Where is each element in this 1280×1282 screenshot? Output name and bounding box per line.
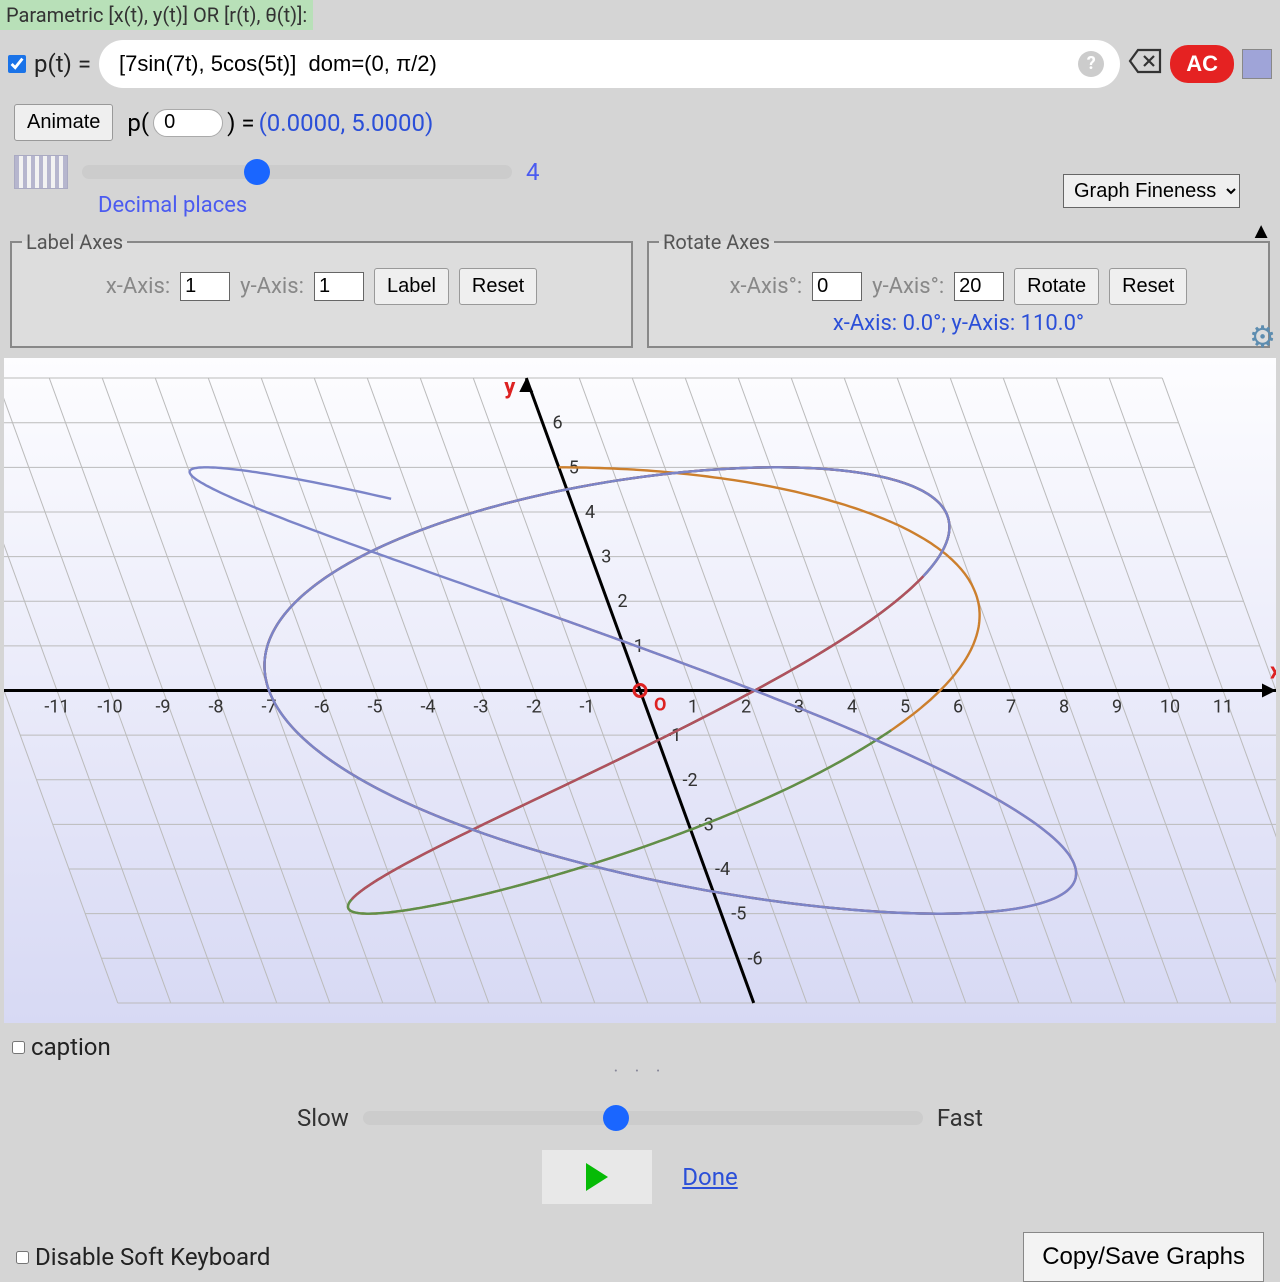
keyboard-icon[interactable] bbox=[14, 155, 68, 189]
x-axis-deg-label: x-Axis°: bbox=[730, 274, 803, 299]
svg-text:-8: -8 bbox=[208, 697, 223, 718]
rotate-axes-panel: Rotate Axes x-Axis°: y-Axis°: Rotate Res… bbox=[647, 230, 1270, 348]
gear-icon[interactable]: ⚙ bbox=[1249, 320, 1276, 355]
svg-text:5: 5 bbox=[900, 697, 910, 718]
svg-text:-1: -1 bbox=[579, 697, 594, 718]
svg-text:-3: -3 bbox=[473, 697, 488, 718]
x-axis-label-input[interactable] bbox=[180, 272, 230, 301]
y-axis-label: y-Axis: bbox=[240, 274, 304, 299]
disable-kb-row[interactable]: Disable Soft Keyboard bbox=[16, 1243, 270, 1271]
label-reset-button[interactable]: Reset bbox=[459, 268, 537, 305]
fast-label: Fast bbox=[937, 1104, 983, 1132]
svg-text:6: 6 bbox=[953, 697, 963, 718]
disable-kb-label: Disable Soft Keyboard bbox=[35, 1243, 270, 1271]
svg-text:-10: -10 bbox=[97, 697, 122, 718]
rotate-button[interactable]: Rotate bbox=[1014, 268, 1099, 305]
rotate-axes-legend: Rotate Axes bbox=[659, 230, 774, 254]
color-swatch[interactable] bbox=[1242, 49, 1272, 79]
speed-slider[interactable] bbox=[363, 1111, 923, 1125]
svg-text:y: y bbox=[504, 375, 516, 400]
play-icon bbox=[586, 1163, 608, 1191]
decimal-value: 4 bbox=[526, 158, 540, 186]
label-axes-panel: Label Axes x-Axis: y-Axis: Label Reset bbox=[10, 230, 633, 348]
caption-checkbox[interactable] bbox=[12, 1041, 25, 1054]
x-axis-deg-input[interactable] bbox=[812, 272, 862, 301]
svg-text:2: 2 bbox=[741, 697, 751, 718]
svg-text:-9: -9 bbox=[155, 697, 170, 718]
backspace-icon[interactable] bbox=[1128, 47, 1162, 82]
svg-text:8: 8 bbox=[1059, 697, 1069, 718]
svg-text:O: O bbox=[654, 695, 666, 716]
graph-canvas[interactable]: -11-10-9-8-7-6-5-4-3-2-11234567891011-6-… bbox=[4, 358, 1276, 1023]
svg-text:x: x bbox=[1270, 660, 1276, 685]
eval-suffix: ) = bbox=[227, 109, 254, 137]
svg-text:-2: -2 bbox=[682, 770, 697, 791]
svg-text:3: 3 bbox=[601, 547, 611, 568]
svg-text:2: 2 bbox=[618, 591, 628, 612]
play-button[interactable] bbox=[542, 1150, 652, 1204]
axis-status: x-Axis: 0.0°; y-Axis: 110.0° bbox=[659, 311, 1258, 336]
label-axes-legend: Label Axes bbox=[22, 230, 127, 254]
svg-text:-6: -6 bbox=[747, 948, 762, 969]
x-axis-label: x-Axis: bbox=[106, 274, 170, 299]
svg-text:-5: -5 bbox=[731, 904, 746, 925]
caption-label: caption bbox=[31, 1033, 111, 1061]
formula-prefix: p(t) = bbox=[34, 50, 91, 78]
y-axis-deg-label: y-Axis°: bbox=[872, 274, 944, 299]
eval-result: (0.0000, 5.0000) bbox=[259, 109, 434, 137]
enable-curve-checkbox[interactable] bbox=[8, 55, 26, 73]
svg-text:10: 10 bbox=[1160, 697, 1180, 718]
mode-label: Parametric [x(t), y(t)] OR [r(t), θ(t)]: bbox=[0, 0, 313, 30]
decimal-slider[interactable] bbox=[82, 165, 512, 179]
disable-kb-checkbox[interactable] bbox=[16, 1251, 29, 1264]
ac-button[interactable]: AC bbox=[1170, 45, 1234, 83]
svg-text:4: 4 bbox=[585, 502, 595, 523]
formula-input[interactable] bbox=[99, 40, 1120, 88]
caption-row[interactable]: caption bbox=[12, 1033, 1268, 1061]
svg-text:11: 11 bbox=[1213, 697, 1233, 718]
y-axis-deg-input[interactable] bbox=[954, 272, 1004, 301]
label-button[interactable]: Label bbox=[374, 268, 449, 305]
eval-t-input[interactable] bbox=[153, 109, 223, 137]
help-icon[interactable]: ? bbox=[1078, 51, 1104, 77]
svg-text:-2: -2 bbox=[526, 697, 541, 718]
svg-text:7: 7 bbox=[1006, 697, 1016, 718]
svg-text:9: 9 bbox=[1112, 697, 1122, 718]
rotate-reset-button[interactable]: Reset bbox=[1109, 268, 1187, 305]
svg-text:-6: -6 bbox=[314, 697, 329, 718]
svg-text:6: 6 bbox=[553, 413, 563, 434]
animate-button[interactable]: Animate bbox=[14, 104, 113, 141]
fineness-select[interactable]: Graph Fineness bbox=[1063, 174, 1240, 208]
slow-label: Slow bbox=[297, 1104, 349, 1132]
svg-text:4: 4 bbox=[847, 697, 857, 718]
done-link[interactable]: Done bbox=[682, 1163, 737, 1191]
y-axis-label-input[interactable] bbox=[314, 272, 364, 301]
copy-save-button[interactable]: Copy/Save Graphs bbox=[1023, 1232, 1264, 1282]
eval-prefix: p( bbox=[127, 109, 149, 137]
grip-dots[interactable]: · · · bbox=[12, 1061, 1268, 1082]
svg-text:-5: -5 bbox=[367, 697, 382, 718]
svg-text:1: 1 bbox=[688, 697, 698, 718]
svg-text:-11: -11 bbox=[44, 697, 69, 718]
svg-text:-4: -4 bbox=[420, 697, 435, 718]
svg-text:-4: -4 bbox=[715, 859, 730, 880]
